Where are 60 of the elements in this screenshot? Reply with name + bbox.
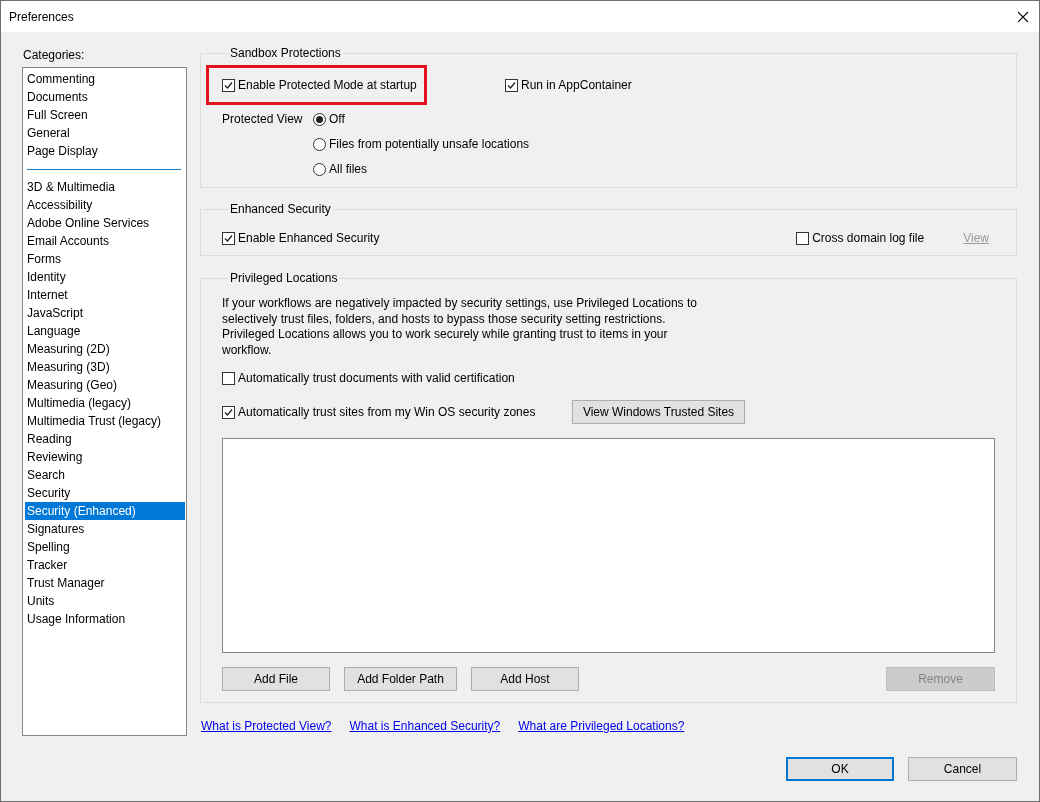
- checkmark-icon: [224, 80, 233, 90]
- close-icon[interactable]: [1017, 10, 1029, 23]
- category-item[interactable]: Units: [25, 592, 185, 610]
- category-item[interactable]: JavaScript: [25, 304, 185, 322]
- group-title: Sandbox Protections: [229, 46, 342, 60]
- checkmark-icon: [224, 407, 233, 417]
- checkbox[interactable]: Cross domain log file: [796, 228, 925, 248]
- group-title: Privileged Locations: [229, 271, 339, 285]
- category-item[interactable]: Spelling: [25, 538, 185, 556]
- category-item[interactable]: Full Screen: [25, 106, 185, 124]
- button[interactable]: Add Folder Path: [344, 667, 457, 691]
- button[interactable]: View Windows Trusted Sites: [572, 400, 745, 424]
- category-item[interactable]: Forms: [25, 250, 185, 268]
- button[interactable]: Add Host: [471, 667, 579, 691]
- group-title: Enhanced Security: [229, 202, 332, 216]
- category-item[interactable]: Reviewing: [25, 448, 185, 466]
- checkbox[interactable]: Run in AppContainer: [505, 75, 632, 95]
- category-item[interactable]: Usage Information: [25, 610, 185, 628]
- category-item[interactable]: Multimedia (legacy): [25, 394, 185, 412]
- radio-button[interactable]: Off: [313, 109, 345, 129]
- checkmark-icon: [224, 233, 233, 243]
- help-link[interactable]: What is Enhanced Security?: [349, 719, 501, 733]
- category-item[interactable]: Signatures: [25, 520, 185, 538]
- help-link[interactable]: What is Protected View?: [201, 719, 332, 733]
- category-item[interactable]: General: [25, 124, 185, 142]
- description-text: If your workflows are negatively impacted by security settings, use Privileged Locations to selectively trust files, folders, and hosts to bypass those security setting restrictions. Privileged Locations allows you to work securely while granting trust to items in your workflow.: [222, 296, 698, 358]
- category-item[interactable]: Security: [25, 484, 185, 502]
- category-item[interactable]: Measuring (Geo): [25, 376, 185, 394]
- radio-button[interactable]: All files: [313, 159, 367, 179]
- category-item[interactable]: Multimedia Trust (legacy): [25, 412, 185, 430]
- category-item[interactable]: Tracker: [25, 556, 185, 574]
- category-item[interactable]: Security (Enhanced): [25, 502, 185, 520]
- category-item[interactable]: Trust Manager: [25, 574, 185, 592]
- checkbox[interactable]: Automatically trust sites from my Win OS security zones: [222, 402, 536, 422]
- protected-view-label: Protected View: [222, 112, 304, 126]
- checkbox[interactable]: Enable Protected Mode at startup: [222, 75, 417, 95]
- category-item[interactable]: 3D & Multimedia: [25, 178, 185, 196]
- category-item[interactable]: Measuring (3D): [25, 358, 185, 376]
- category-item[interactable]: Internet: [25, 286, 185, 304]
- category-item[interactable]: Page Display: [25, 142, 185, 160]
- category-item[interactable]: Reading: [25, 430, 185, 448]
- window-title: Preferences: [9, 9, 74, 24]
- category-item[interactable]: Commenting: [25, 70, 185, 88]
- category-item[interactable]: Email Accounts: [25, 232, 185, 250]
- category-item[interactable]: Accessibility: [25, 196, 185, 214]
- category-item[interactable]: Search: [25, 466, 185, 484]
- radio-button[interactable]: Files from potentially unsafe locations: [313, 134, 530, 154]
- button[interactable]: OK: [786, 757, 894, 781]
- category-item[interactable]: Adobe Online Services: [25, 214, 185, 232]
- checkbox[interactable]: Automatically trust documents with valid certification: [222, 368, 515, 388]
- checkmark-icon: [507, 80, 516, 90]
- category-item[interactable]: Identity: [25, 268, 185, 286]
- button[interactable]: Add File: [222, 667, 330, 691]
- checkbox[interactable]: Enable Enhanced Security: [222, 228, 380, 248]
- category-item[interactable]: Measuring (2D): [25, 340, 185, 358]
- help-link[interactable]: What are Privileged Locations?: [518, 719, 685, 733]
- category-item[interactable]: Documents: [25, 88, 185, 106]
- button[interactable]: Cancel: [908, 757, 1017, 781]
- category-item[interactable]: Language: [25, 322, 185, 340]
- categories-label: Categories:: [23, 47, 86, 64]
